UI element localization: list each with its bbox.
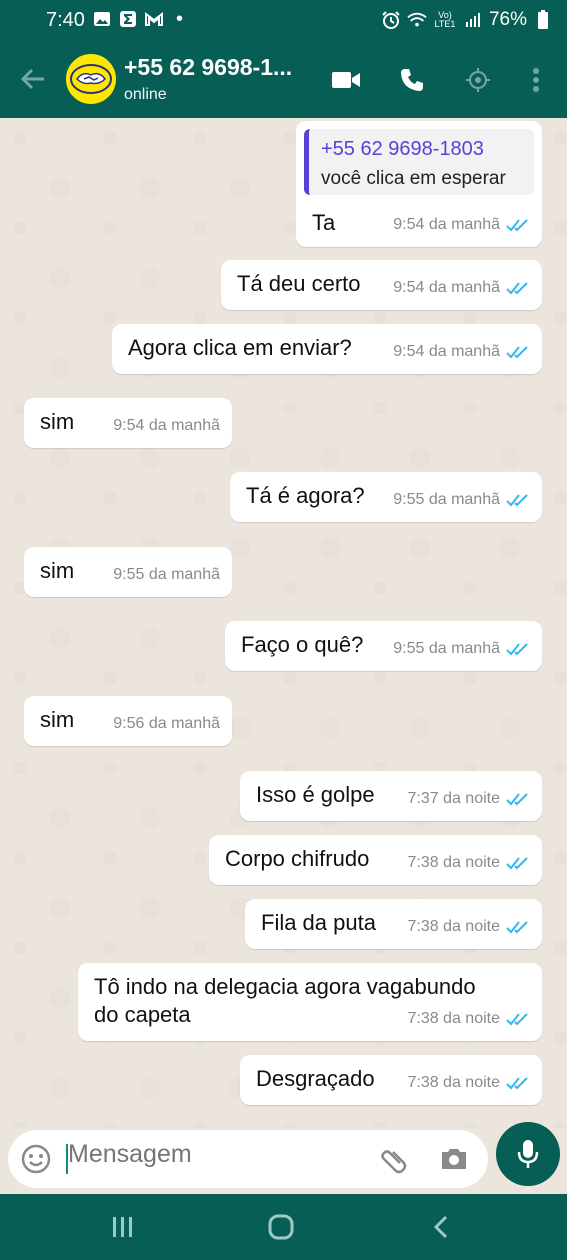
message-text: sim	[40, 409, 75, 434]
recent-apps-icon[interactable]	[108, 1212, 138, 1242]
outgoing-message[interactable]: Tô indo na delegacia agora vagabundo do …	[78, 963, 542, 1041]
more-notifications-dot: •	[176, 8, 184, 30]
outgoing-message[interactable]: Tá é agora? 9:55 da manhã	[230, 472, 542, 522]
read-receipt-icon	[506, 921, 528, 934]
home-icon[interactable]	[266, 1212, 296, 1242]
read-receipt-icon	[506, 346, 528, 359]
avatar[interactable]	[66, 54, 116, 104]
message-time: 9:56 da manhã	[113, 715, 220, 732]
outgoing-message[interactable]: Isso é golpe 7:37 da noite	[240, 771, 542, 821]
status-bar: 7:40 • Vo) LTE1 76%	[0, 0, 567, 42]
battery-icon	[533, 10, 553, 30]
message-text-line-2: do capeta	[94, 1002, 191, 1027]
attach-clip-icon[interactable]	[378, 1143, 410, 1175]
gallery-notification-icon	[92, 9, 112, 29]
message-text: Tá deu certo	[237, 271, 361, 296]
battery-percent: 76%	[488, 9, 527, 30]
message-time: 9:54 da manhã	[393, 343, 500, 360]
message-time: 9:55 da manhã	[393, 640, 500, 657]
message-time: 7:38 da noite	[407, 918, 500, 935]
wifi-icon	[407, 10, 427, 30]
message-text: Corpo chifrudo	[225, 846, 370, 871]
camera-icon[interactable]	[438, 1143, 470, 1175]
alarm-icon	[381, 10, 401, 30]
message-text-line-1: Tô indo na delegacia agora vagabundo	[94, 974, 476, 999]
message-time: 7:38 da noite	[407, 1074, 500, 1091]
message-time: 7:37 da noite	[407, 790, 500, 807]
volte-label: Vo) LTE1	[434, 10, 456, 29]
phone-call-icon[interactable]	[396, 64, 428, 96]
read-receipt-icon	[506, 1013, 528, 1026]
incoming-message[interactable]: sim 9:54 da manhã	[24, 398, 232, 448]
outgoing-message[interactable]: Desgraçado 7:38 da noite	[240, 1055, 542, 1105]
emoji-icon[interactable]	[20, 1143, 52, 1175]
cell-signal-icon	[463, 10, 483, 30]
more-vert-icon[interactable]	[520, 64, 552, 96]
handshake-logo-icon	[70, 64, 112, 94]
quote-text: você clica em esperar	[321, 168, 506, 189]
quote-author: +55 62 9698-1803	[321, 138, 484, 160]
message-composer	[0, 1122, 567, 1194]
microphone-icon	[517, 1140, 539, 1168]
message-text: Agora clica em enviar?	[128, 335, 352, 360]
sigma-app-notification-icon	[118, 9, 138, 29]
back-nav-icon[interactable]	[426, 1212, 456, 1242]
message-text: Desgraçado	[256, 1066, 375, 1091]
chat-messages-area[interactable]: +55 62 9698-1803 você clica em esperar T…	[0, 118, 567, 1128]
read-receipt-icon	[506, 1077, 528, 1090]
message-time: 9:54 da manhã	[393, 216, 500, 233]
contact-status: online	[124, 86, 167, 103]
contact-name[interactable]: +55 62 9698-1...	[124, 54, 292, 81]
message-time: 7:38 da noite	[407, 854, 500, 871]
outgoing-message[interactable]: Agora clica em enviar? 9:54 da manhã	[112, 324, 542, 374]
voice-message-button[interactable]	[496, 1122, 560, 1186]
message-text: Fila da puta	[261, 910, 376, 935]
message-time: 7:38 da noite	[407, 1010, 500, 1027]
outgoing-message[interactable]: Corpo chifrudo 7:38 da noite	[209, 835, 542, 885]
incoming-message[interactable]: sim 9:56 da manhã	[24, 696, 232, 746]
message-text: Faço o quê?	[241, 632, 364, 657]
message-text: sim	[40, 707, 75, 732]
gmail-notification-icon	[144, 9, 164, 29]
read-receipt-icon	[506, 282, 528, 295]
back-arrow-icon[interactable]	[18, 64, 48, 94]
read-receipt-icon	[506, 793, 528, 806]
message-text: Tá é agora?	[246, 483, 365, 508]
outgoing-message[interactable]: Fila da puta 7:38 da noite	[245, 899, 542, 949]
quoted-message[interactable]: +55 62 9698-1803 você clica em esperar	[304, 129, 534, 195]
message-input-container[interactable]	[8, 1130, 488, 1188]
message-time: 9:54 da manhã	[113, 417, 220, 434]
message-input[interactable]	[68, 1140, 368, 1169]
read-receipt-icon	[506, 643, 528, 656]
status-time: 7:40	[46, 9, 85, 31]
message-time: 9:54 da manhã	[393, 279, 500, 296]
message-text: sim	[40, 558, 75, 583]
message-text: Ta	[312, 210, 336, 235]
message-time: 9:55 da manhã	[113, 566, 220, 583]
outgoing-message[interactable]: +55 62 9698-1803 você clica em esperar T…	[296, 121, 542, 247]
video-call-icon[interactable]	[330, 64, 362, 96]
read-receipt-icon	[506, 494, 528, 507]
read-receipt-icon	[506, 857, 528, 870]
chat-header: +55 62 9698-1... online	[0, 42, 567, 118]
read-receipt-icon	[506, 219, 528, 232]
outgoing-message[interactable]: Tá deu certo 9:54 da manhã	[221, 260, 542, 310]
incoming-message[interactable]: sim 9:55 da manhã	[24, 547, 232, 597]
message-time: 9:55 da manhã	[393, 491, 500, 508]
location-icon[interactable]	[462, 64, 494, 96]
message-text: Isso é golpe	[256, 782, 375, 807]
outgoing-message[interactable]: Faço o quê? 9:55 da manhã	[225, 621, 542, 671]
system-nav-bar	[0, 1194, 567, 1260]
